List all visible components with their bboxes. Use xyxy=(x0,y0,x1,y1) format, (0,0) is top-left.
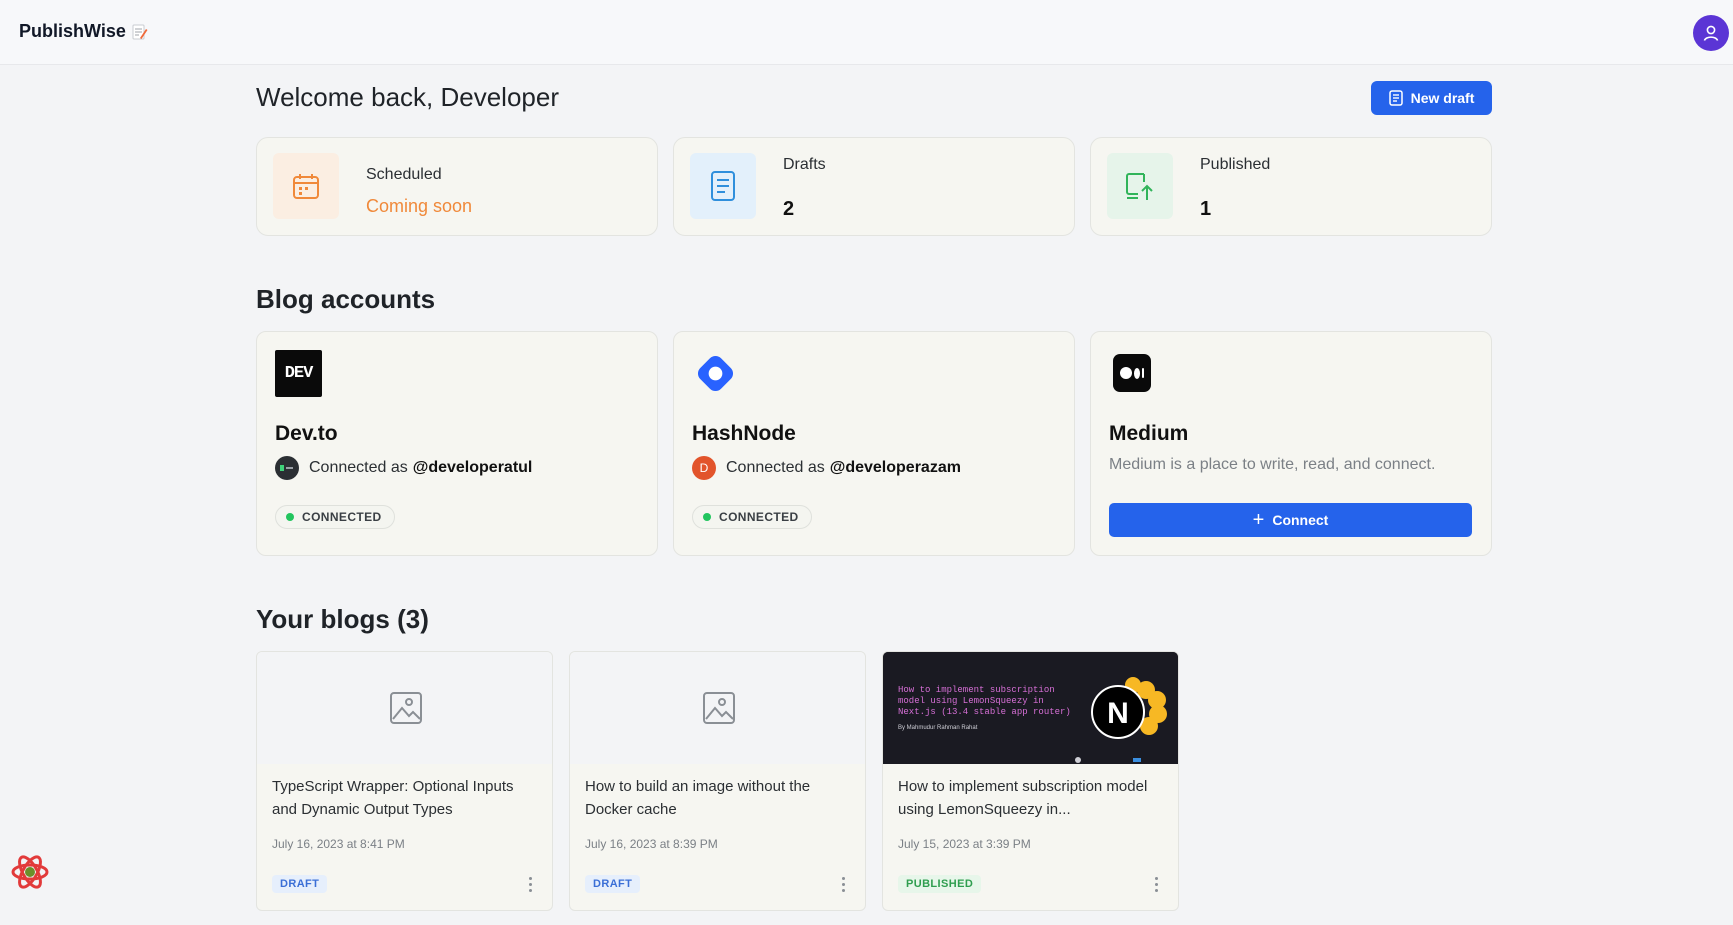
stat-card-published: Published 1 xyxy=(1090,137,1492,236)
connected-prefix: Connected as xyxy=(309,459,408,476)
stat-label: Scheduled xyxy=(366,166,442,183)
status-badge: CONNECTED xyxy=(275,505,395,529)
publish-icon xyxy=(1126,173,1153,200)
status-dot xyxy=(286,513,294,521)
cover-line: How to implement subscription xyxy=(898,685,1055,695)
blog-cover-image: How to implement subscription model usin… xyxy=(883,652,1178,764)
blog-thumbnail: How to implement subscription model usin… xyxy=(883,652,1178,764)
section-title-blogs: Your blogs (3) xyxy=(256,604,429,634)
account-handle: @developerazam xyxy=(829,459,961,476)
top-bar: PublishWise xyxy=(0,0,1733,65)
blog-card[interactable]: How to build an image without the Docker… xyxy=(569,651,866,911)
cover-line: model using LemonSqueezy in xyxy=(898,696,1044,706)
devto-logo: DEV xyxy=(275,350,322,397)
account-connection: D Connected as @developerazam xyxy=(692,456,961,480)
terminal-icon xyxy=(280,465,293,471)
document-icon xyxy=(711,171,735,201)
hashnode-logo xyxy=(697,355,734,392)
new-draft-button[interactable]: New draft xyxy=(1371,81,1492,115)
status-label: CONNECTED xyxy=(719,510,799,524)
memo-icon xyxy=(132,24,148,39)
stat-icon-box xyxy=(1107,153,1173,219)
connect-medium-button[interactable]: + Connect xyxy=(1109,503,1472,537)
stat-label: Drafts xyxy=(783,156,826,173)
brand[interactable]: PublishWise xyxy=(19,21,148,42)
blog-status-badge: PUBLISHED xyxy=(898,875,982,893)
blog-date: July 15, 2023 at 3:39 PM xyxy=(898,837,1031,851)
stat-card-drafts: Drafts 2 xyxy=(673,137,1075,236)
kebab-menu-icon[interactable] xyxy=(523,873,537,895)
image-placeholder-icon xyxy=(389,692,422,724)
blog-thumbnail-placeholder xyxy=(257,652,552,764)
blog-title[interactable]: TypeScript Wrapper: Optional Inputs and … xyxy=(272,775,542,821)
blog-card[interactable]: TypeScript Wrapper: Optional Inputs and … xyxy=(256,651,553,911)
account-description: Medium is a place to write, read, and co… xyxy=(1109,456,1436,473)
status-dot xyxy=(703,513,711,521)
stat-value: 2 xyxy=(783,198,795,220)
connect-label: Connect xyxy=(1272,512,1329,528)
document-icon xyxy=(1388,90,1403,106)
connected-prefix: Connected as xyxy=(726,459,825,476)
blog-thumbnail-placeholder xyxy=(570,652,865,764)
plus-icon: + xyxy=(1252,509,1265,531)
account-connection: Connected as @developeratul xyxy=(275,456,532,480)
cover-line: Next.js (13.4 stable app router) xyxy=(898,707,1071,717)
blog-card[interactable]: How to implement subscription model usin… xyxy=(882,651,1179,911)
stat-value: Coming soon xyxy=(366,196,473,216)
medium-logo xyxy=(1113,354,1151,392)
blog-title[interactable]: How to build an image without the Docker… xyxy=(585,775,855,821)
blog-status-badge: DRAFT xyxy=(585,875,641,893)
stat-value: 1 xyxy=(1200,198,1212,220)
account-name: HashNode xyxy=(692,422,796,445)
account-card-devto: DEV Dev.to Connected as @developeratul C… xyxy=(256,331,658,556)
account-avatar: D xyxy=(692,456,716,480)
cover-byline: By Mahmudur Rahman Rahat xyxy=(898,725,978,731)
section-title-accounts: Blog accounts xyxy=(256,284,436,314)
account-card-medium: Medium Medium is a place to write, read,… xyxy=(1090,331,1492,556)
new-draft-label: New draft xyxy=(1410,90,1475,106)
account-card-hashnode: HashNode D Connected as @developerazam C… xyxy=(673,331,1075,556)
nextjs-logo-letter: N xyxy=(1107,697,1129,730)
account-name: Medium xyxy=(1109,422,1189,445)
status-label: CONNECTED xyxy=(302,510,382,524)
image-placeholder-icon xyxy=(702,692,735,724)
devto-logo-text: DEV xyxy=(284,364,314,383)
kebab-menu-icon[interactable] xyxy=(1149,873,1163,895)
calendar-icon xyxy=(293,174,319,199)
blog-title[interactable]: How to implement subscription model usin… xyxy=(898,775,1168,821)
page-title: Welcome back, Developer xyxy=(256,82,559,112)
react-devtools-icon[interactable] xyxy=(10,852,50,892)
stat-card-scheduled: Scheduled Coming soon xyxy=(256,137,658,236)
status-badge: CONNECTED xyxy=(692,505,812,529)
account-avatar xyxy=(275,456,299,480)
user-icon xyxy=(1703,25,1719,41)
stat-icon-box xyxy=(690,153,756,219)
blog-status-badge: DRAFT xyxy=(272,875,328,893)
user-avatar-button[interactable] xyxy=(1693,15,1729,51)
blog-date: July 16, 2023 at 8:41 PM xyxy=(272,837,405,851)
kebab-menu-icon[interactable] xyxy=(836,873,850,895)
brand-name: PublishWise xyxy=(19,21,126,41)
account-handle: @developeratul xyxy=(412,459,533,476)
stat-label: Published xyxy=(1200,156,1271,173)
stat-icon-box xyxy=(273,153,339,219)
account-name: Dev.to xyxy=(275,422,338,445)
blog-date: July 16, 2023 at 8:39 PM xyxy=(585,837,718,851)
